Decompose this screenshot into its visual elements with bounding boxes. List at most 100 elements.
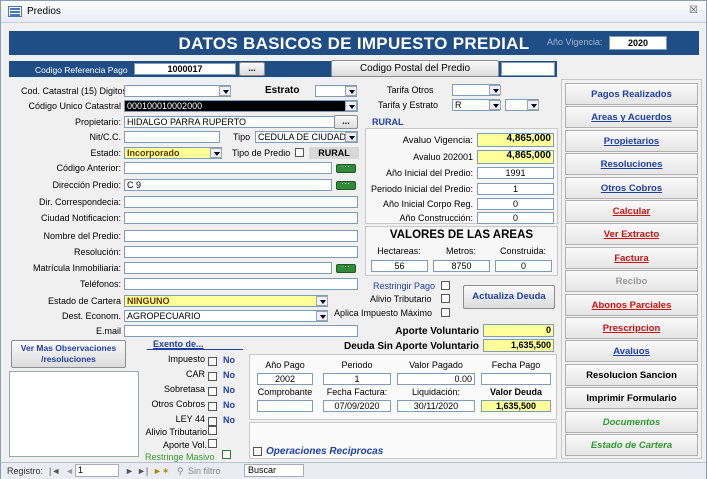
nav-button-prescripcion[interactable]: Prescripcion [565, 317, 698, 339]
nav-button-avaluos[interactable]: Avaluos [565, 340, 698, 363]
pago-cell[interactable]: 1 [323, 373, 391, 385]
exento-checkbox[interactable] [208, 417, 217, 426]
exento-value: No [223, 385, 235, 395]
liquidacion-cell[interactable]: 1,635,500 [481, 400, 551, 412]
chevron-down-icon[interactable] [345, 132, 357, 142]
exento-checkbox[interactable] [208, 357, 217, 366]
chevron-down-icon[interactable] [210, 148, 222, 158]
nav-button-estado-de-cartera[interactable]: Estado de Cartera [565, 434, 698, 456]
tipo-predio-checkbox[interactable] [295, 148, 304, 157]
nav-button-areas-y-acuerdos[interactable]: Areas y Acuerdos [565, 106, 698, 129]
chevron-down-icon[interactable] [527, 100, 539, 110]
nav-button-resolucion-sancion[interactable]: Resolucion Sancion [565, 363, 698, 386]
postal-code-button[interactable]: Codigo Postal del Predio [331, 60, 499, 77]
restringe-masivo-checkbox[interactable] [222, 450, 231, 459]
aplica-checkbox[interactable] [441, 308, 450, 317]
ciudad-field[interactable] [124, 212, 358, 224]
cod-anterior-button[interactable] [336, 161, 356, 173]
nit-field[interactable] [124, 131, 220, 143]
dest-field[interactable]: AGROPECUARIO [124, 310, 328, 322]
avaluo-2020-field[interactable]: 4,865,000 [477, 150, 554, 164]
alivio-bottom-checkbox[interactable] [208, 426, 217, 435]
nav-button-recibo[interactable]: Recibo [565, 270, 698, 293]
nav-button-calcular[interactable]: Calcular [565, 200, 698, 222]
avaluo-vig-label: Avaluo Vigencia: [402, 135, 473, 146]
operaciones-checkbox[interactable] [253, 447, 262, 456]
nav-button-ver-extracto[interactable]: Ver Extracto [565, 223, 698, 246]
anio-inicial-field[interactable]: 1991 [477, 167, 554, 179]
ref-lookup-button[interactable]: ... [239, 62, 265, 76]
exento-label[interactable]: Exento de... [153, 339, 204, 349]
next-record-icon[interactable]: ► [125, 466, 134, 476]
first-record-icon[interactable]: |◄ [49, 466, 60, 476]
cod-anterior-field[interactable] [124, 162, 332, 174]
telefonos-field[interactable] [124, 278, 358, 290]
pago-cell[interactable] [481, 373, 551, 385]
chevron-down-icon[interactable] [489, 100, 501, 110]
new-record-icon[interactable]: ►✶ [153, 466, 169, 477]
pago-cell[interactable]: 0.00 [397, 373, 475, 385]
hect-field[interactable]: 56 [371, 260, 428, 272]
observaciones-memo[interactable] [9, 371, 139, 457]
vigencia-field[interactable]: 2020 [609, 36, 667, 50]
record-number-field[interactable]: 1 [75, 464, 119, 477]
cod-catastral-field[interactable] [124, 85, 231, 97]
propietario-lookup-button[interactable]: ... [334, 115, 358, 129]
actualiza-deuda-button[interactable]: Actualiza Deuda [463, 285, 555, 309]
alivio-checkbox[interactable] [441, 294, 450, 303]
nav-button-abonos-parciales[interactable]: Abonos Parciales [565, 293, 698, 316]
aporte-vol-checkbox[interactable] [208, 439, 217, 448]
dir-corr-field[interactable] [124, 196, 358, 208]
nombre-field[interactable] [124, 230, 358, 242]
liquidacion-cell[interactable] [257, 400, 313, 412]
resolucion-field[interactable] [124, 246, 358, 258]
estado-field[interactable]: Incorporado [124, 147, 222, 159]
direccion-button[interactable] [336, 178, 356, 190]
aporte-field[interactable]: 0 [483, 324, 554, 337]
chevron-down-icon[interactable] [316, 296, 328, 306]
direccion-field[interactable]: C 9 [124, 179, 332, 191]
propietario-field[interactable]: HIDALGO PARRA RUPERTO [124, 116, 358, 128]
estado-cartera-field[interactable]: NINGUNO [124, 295, 328, 307]
tipo-doc-field[interactable]: CEDULA DE CIUDADA [255, 131, 358, 143]
cod-unico-field[interactable]: 000100010002000 [124, 100, 358, 112]
restringe-masivo-label: Restringe Masivo [145, 452, 215, 462]
exento-checkbox[interactable] [208, 372, 217, 381]
exento-checkbox[interactable] [208, 387, 217, 396]
nav-button-resoluciones[interactable]: Resoluciones [565, 153, 698, 176]
matricula-field[interactable] [124, 262, 332, 274]
ver-observaciones-button[interactable]: Ver Mas Observaciones /resoluciones [11, 340, 126, 368]
email-field[interactable] [124, 325, 358, 337]
avaluo-vig-field[interactable]: 4,865,000 [477, 133, 554, 147]
construida-field[interactable]: 0 [495, 260, 552, 272]
prev-record-icon[interactable]: ◄ [65, 466, 74, 476]
nav-button-pagos-realizados[interactable]: Pagos Realizados [565, 83, 698, 105]
metros-field[interactable]: 8750 [433, 260, 490, 272]
nav-button-factura[interactable]: Factura [565, 246, 698, 269]
postal-code-field[interactable] [501, 62, 555, 76]
sin-filtro-label[interactable]: Sin filtro [188, 466, 221, 476]
matricula-button[interactable] [336, 261, 356, 273]
construccion-field[interactable]: 0 [477, 212, 554, 224]
nav-button-otros-cobros[interactable]: Otros Cobros [565, 176, 698, 199]
exento-checkbox[interactable] [208, 402, 217, 411]
ref-field[interactable]: 1000017 [134, 63, 236, 75]
chevron-down-icon[interactable] [345, 86, 357, 96]
deuda-sin-field[interactable]: 1,635,500 [483, 339, 554, 352]
periodo-inicial-field[interactable]: 1 [477, 183, 554, 195]
search-field[interactable]: Buscar [244, 464, 304, 477]
chevron-down-icon[interactable] [219, 86, 231, 96]
liquidacion-cell[interactable]: 07/09/2020 [323, 400, 391, 412]
chevron-down-icon[interactable] [316, 311, 328, 321]
chevron-down-icon[interactable] [489, 85, 501, 95]
corpo-field[interactable]: 0 [477, 198, 554, 210]
liquidacion-cell[interactable]: 30/11/2020 [397, 400, 475, 412]
pago-cell[interactable]: 2002 [257, 373, 313, 385]
chevron-down-icon[interactable] [345, 101, 357, 111]
nav-button-propietarios[interactable]: Propietarios [565, 129, 698, 152]
close-icon[interactable]: ☒ [689, 5, 698, 16]
last-record-icon[interactable]: ►| [137, 466, 148, 476]
restringir-checkbox[interactable] [441, 281, 450, 290]
nav-button-imprimir-formulario[interactable]: Imprimir Formulario [565, 387, 698, 410]
nav-button-documentos[interactable]: Documentos [565, 410, 698, 433]
